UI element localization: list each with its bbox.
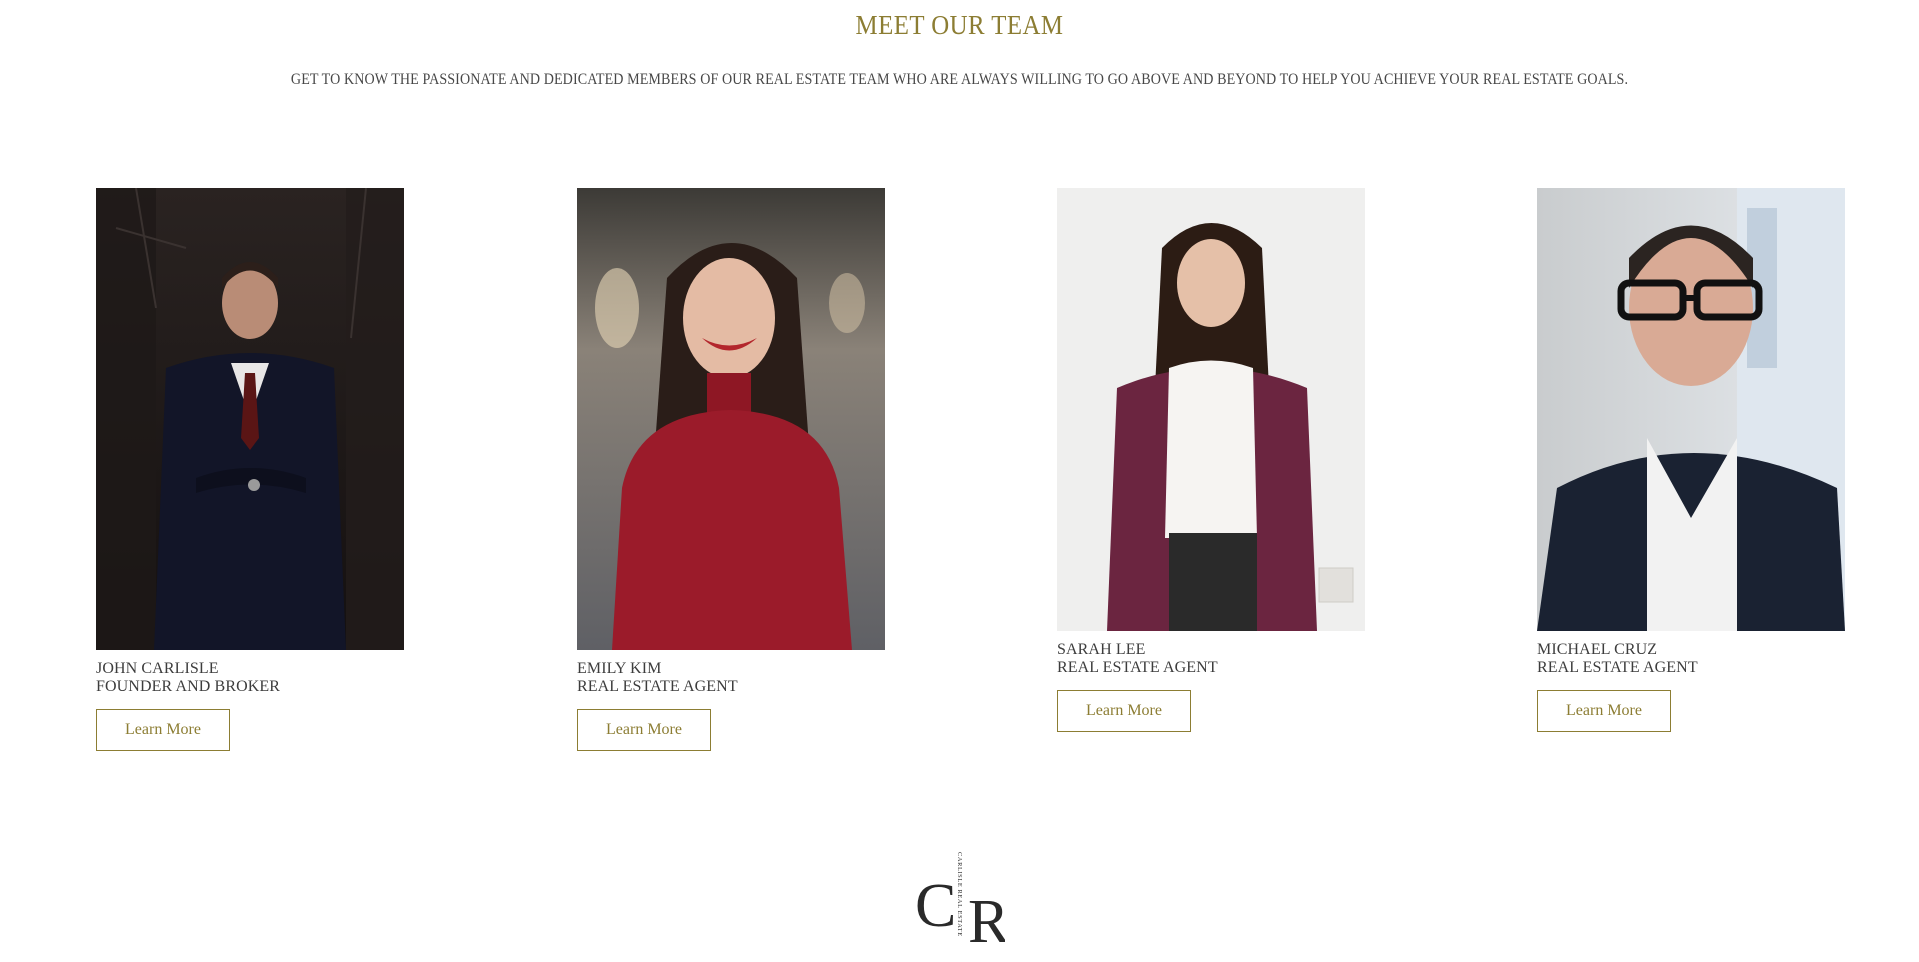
brand-logo: C R CARLISLE REAL ESTATE (915, 846, 1010, 956)
team-member-name: JOHN CARLISLE (96, 660, 219, 677)
team-member-card: EMILY KIM REAL ESTATE AGENT Learn More (577, 188, 885, 751)
team-member-name: MICHAEL CRUZ (1537, 641, 1658, 658)
section-subtitle: GET TO KNOW THE PASSIONATE AND DEDICATED… (290, 71, 1629, 88)
team-member-role: REAL ESTATE AGENT (1057, 659, 1218, 676)
team-member-role: REAL ESTATE AGENT (577, 678, 738, 695)
team-member-photo (577, 188, 885, 650)
logo-letter-c: C (915, 872, 956, 940)
team-member-photo (1537, 188, 1845, 631)
logo-vertical-text: CARLISLE REAL ESTATE (956, 852, 963, 937)
team-member-role: FOUNDER AND BROKER (96, 678, 281, 695)
team-member-name: EMILY KIM (577, 660, 662, 677)
team-member-card: SARAH LEE REAL ESTATE AGENT Learn More (1057, 188, 1365, 732)
learn-more-button[interactable]: Learn More (1057, 690, 1191, 732)
learn-more-button[interactable]: Learn More (577, 709, 711, 751)
team-member-role: REAL ESTATE AGENT (1537, 659, 1698, 676)
team-member-card: JOHN CARLISLE FOUNDER AND BROKER Learn M… (96, 188, 404, 751)
team-member-card: MICHAEL CRUZ REAL ESTATE AGENT Learn Mor… (1537, 188, 1845, 732)
team-member-photo (1057, 188, 1365, 631)
team-member-photo (96, 188, 404, 650)
logo-letter-r: R (968, 888, 1005, 956)
section-title: MEET OUR TEAM (855, 10, 1064, 40)
team-member-name: SARAH LEE (1057, 641, 1146, 658)
learn-more-button[interactable]: Learn More (1537, 690, 1671, 732)
learn-more-button[interactable]: Learn More (96, 709, 230, 751)
